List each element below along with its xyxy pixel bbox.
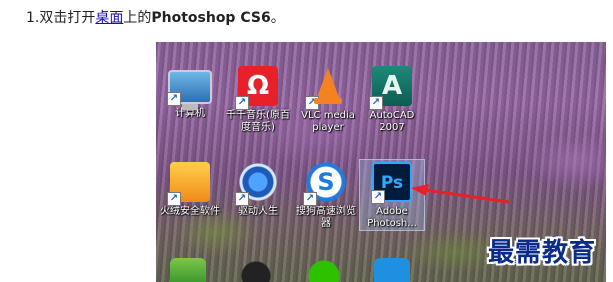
shortcut-arrow-icon: ↗	[369, 96, 383, 110]
watermark-text: 最需教育	[488, 238, 597, 268]
shortcut-arrow-icon: ↗	[235, 192, 249, 206]
desktop-icon-huorong[interactable]: ↗ 火绒安全软件	[158, 162, 222, 218]
desktop-icon-label: Adobe Photosh...	[367, 206, 417, 229]
partial-icon-wechat[interactable]	[306, 258, 342, 282]
desktop-icon-autocad[interactable]: A ↗ AutoCAD 2007	[360, 66, 424, 134]
red-arrow-icon	[411, 184, 510, 204]
desktop-icon-label: AutoCAD 2007	[369, 110, 415, 133]
partial-icon-blue-app[interactable]	[374, 258, 410, 282]
driver-gear-icon: ↗	[235, 162, 278, 206]
instruction-text: 1.双击打开桌面上的Photoshop CS6。	[26, 8, 285, 28]
sogou-browser-icon: S ↗	[303, 162, 346, 206]
computer-icon: ↗	[167, 70, 212, 110]
desktop-icon-qianqian-music[interactable]: Ω ↗ 千千音乐(原百度音乐)	[226, 66, 290, 134]
desktop-icon-sogou-browser[interactable]: S ↗ 搜狗高速浏览器	[294, 162, 358, 230]
autocad-icon: A ↗	[369, 66, 412, 110]
shortcut-arrow-icon: ↗	[305, 96, 319, 110]
desktop-icon-label: VLC media player	[301, 110, 355, 133]
instruction-middle: 上的	[123, 10, 152, 26]
shortcut-arrow-icon: ↗	[303, 192, 317, 206]
shortcut-arrow-icon: ↗	[235, 96, 249, 110]
desktop-icon-label: 驱动人生	[238, 206, 278, 217]
desktop-link[interactable]: 桌面	[95, 10, 123, 26]
shortcut-arrow-icon: ↗	[167, 92, 181, 106]
qianqian-music-icon: Ω ↗	[235, 66, 278, 110]
vlc-cone-icon: ↗	[305, 66, 348, 110]
desktop-icon-label: 千千音乐(原百度音乐)	[226, 110, 290, 133]
desktop-screenshot: ↗ 计算机 Ω ↗ 千千音乐(原百度音乐) ↗ VLC media player…	[156, 42, 606, 282]
photoshop-icon: Ps ↗	[371, 162, 412, 204]
shortcut-arrow-icon: ↗	[167, 192, 181, 206]
huorong-icon: ↗	[167, 162, 210, 206]
desktop-icon-vlc[interactable]: ↗ VLC media player	[296, 66, 360, 134]
desktop-icon-computer[interactable]: ↗ 计算机	[158, 66, 222, 120]
partial-icon-qq[interactable]	[238, 258, 274, 282]
instruction-prefix: 1.双击打开	[26, 10, 96, 26]
desktop-icon-label: 搜狗高速浏览器	[296, 206, 356, 229]
instruction-suffix: 。	[270, 10, 285, 26]
shortcut-arrow-icon: ↗	[371, 190, 385, 204]
desktop-icon-label: 火绒安全软件	[160, 206, 220, 217]
partial-icon-green[interactable]	[170, 258, 206, 282]
desktop-icon-driver-life[interactable]: ↗ 驱动人生	[226, 162, 290, 218]
app-name: Photoshop CS6	[151, 10, 271, 26]
